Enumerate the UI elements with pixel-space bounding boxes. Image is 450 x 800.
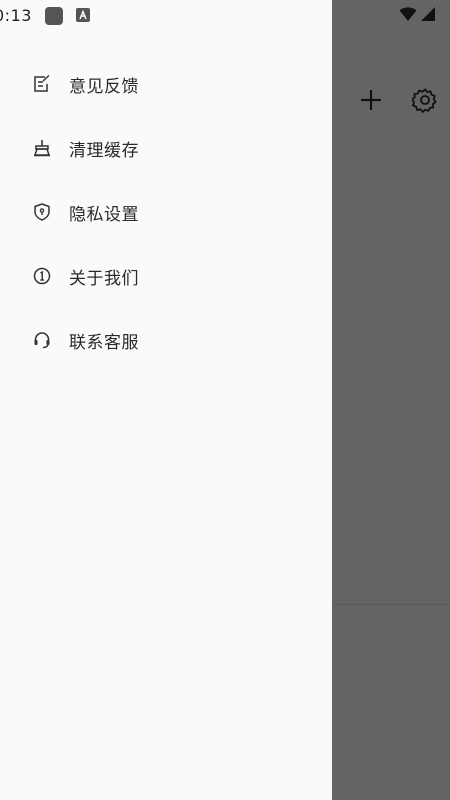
menu-item-label: 清理缓存 <box>69 140 139 161</box>
screen: 0:13 <box>0 0 450 800</box>
app-notification-icon <box>45 7 63 25</box>
menu-item-feedback[interactable]: 意见反馈 <box>0 52 332 116</box>
wifi-icon <box>399 6 417 26</box>
status-time: 0:13 <box>0 6 32 25</box>
feedback-edit-icon <box>32 74 52 94</box>
signal-icon <box>420 6 436 26</box>
menu-item-privacy-settings[interactable]: 隐私设置 <box>0 180 332 244</box>
menu-item-label: 隐私设置 <box>69 204 139 225</box>
settings-gear-icon[interactable] <box>410 85 440 115</box>
menu-item-contact-support[interactable]: 联系客服 <box>0 308 332 372</box>
menu-item-clear-cache[interactable]: 清理缓存 <box>0 116 332 180</box>
background-divider <box>332 604 450 605</box>
add-icon[interactable] <box>356 85 386 115</box>
font-notification-icon <box>76 8 90 22</box>
info-circle-icon <box>32 266 52 286</box>
shield-privacy-icon <box>32 202 52 222</box>
menu-item-about-us[interactable]: 关于我们 <box>0 244 332 308</box>
menu-item-label: 意见反馈 <box>69 76 139 97</box>
status-icons <box>399 6 436 26</box>
broom-clean-icon <box>32 138 52 158</box>
drawer-menu: 意见反馈 清理缓存 隐私设置 关于我们 联系客服 <box>0 52 332 372</box>
menu-item-label: 关于我们 <box>69 268 139 289</box>
menu-item-label: 联系客服 <box>69 332 139 353</box>
navigation-drawer: 意见反馈 清理缓存 隐私设置 关于我们 联系客服 <box>0 0 332 800</box>
headset-icon <box>32 330 52 350</box>
status-bar: 0:13 <box>0 0 450 32</box>
